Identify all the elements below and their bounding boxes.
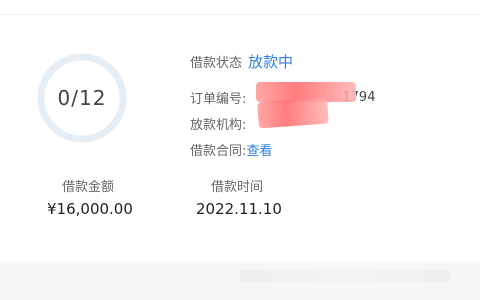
loan-date-value: 2022.11.10 (196, 200, 282, 218)
lender-label: 放款机构: (190, 117, 247, 133)
progress-text: 0/12 (57, 86, 107, 110)
loan-amount-value: ¥16,000.00 (47, 200, 133, 218)
faint-watermark (240, 270, 450, 282)
status-label: 借款状态 (190, 55, 243, 71)
contract-row: 借款合同: 查看 (190, 136, 375, 162)
repayment-progress-ring: 0/12 (36, 52, 128, 144)
contract-label: 借款合同: (190, 143, 247, 159)
loan-date-label: 借款时间 (211, 180, 264, 195)
status-value: 放款中 (248, 52, 294, 71)
top-divider (0, 14, 480, 15)
view-contract-link[interactable]: 查看 (246, 140, 272, 159)
status-row: 借款状态 放款中 (190, 48, 375, 74)
order-number-label: 订单编号: (190, 91, 247, 107)
loan-amount-label: 借款金额 (62, 180, 115, 195)
redaction-mark (257, 97, 329, 129)
